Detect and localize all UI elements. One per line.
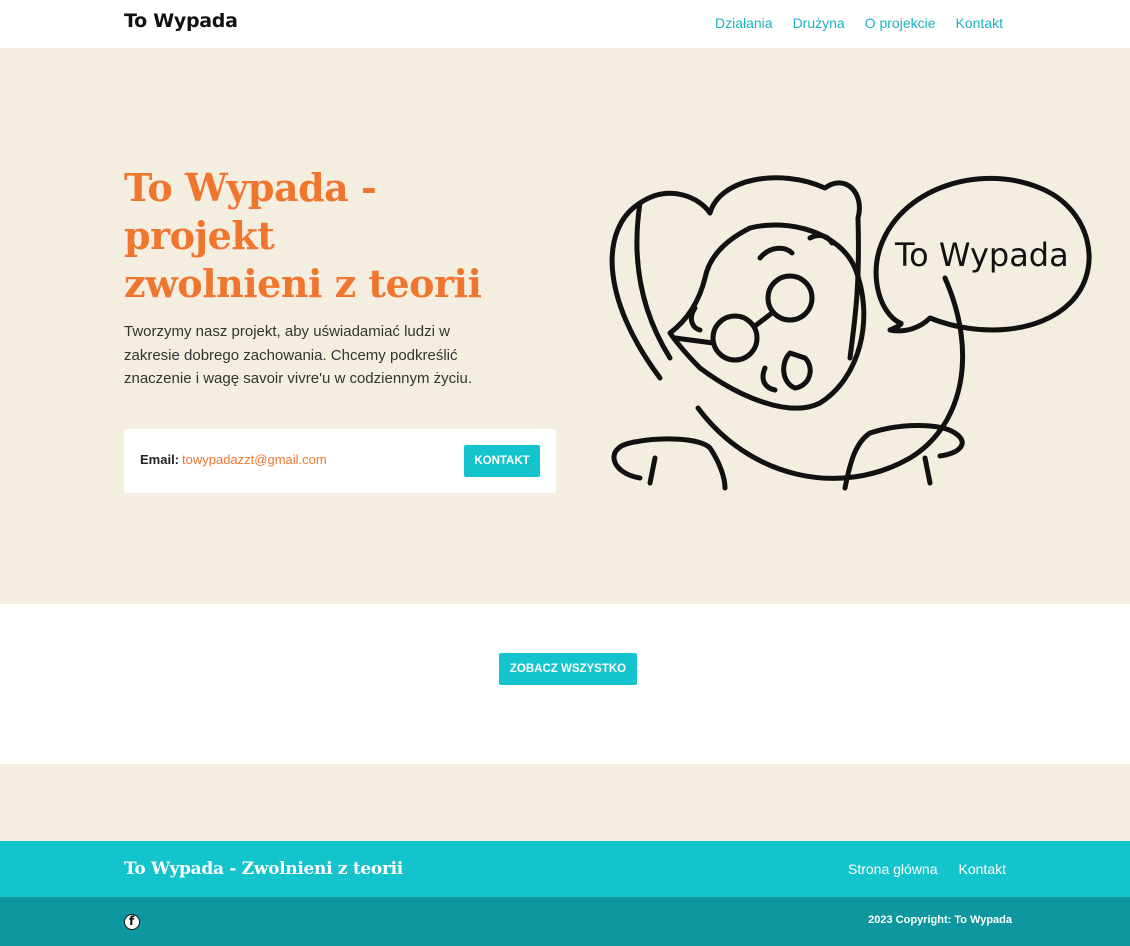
nav-link-o-projekcie[interactable]: O projekcie (865, 15, 936, 31)
email-address[interactable]: towypadazzt@gmail.com (182, 452, 327, 467)
email-card: Email: towypadazzt@gmail.com KONTAKT (124, 429, 556, 493)
middle-section: ZOBACZ WSZYSTKO (0, 604, 1130, 764)
hero-title: To Wypada - projekt zwolnieni z teorii (124, 165, 482, 306)
footer-link-home[interactable]: Strona główna (848, 861, 938, 877)
glasses-left-lens (710, 313, 760, 363)
hair-outline (609, 175, 862, 381)
footer-title: To Wypada - Zwolnieni z teorii (124, 859, 403, 879)
footer-bottom: f 2023 Copyright: To Wypada (0, 897, 1130, 946)
navbar: To Wypada Działania Drużyna O projekcie … (0, 0, 1130, 48)
body-circle (695, 275, 966, 481)
nav-link-dzialania[interactable]: Działania (715, 15, 773, 31)
speech-bubble-text: To Wypada (894, 236, 1069, 274)
email-label: Email: (140, 452, 180, 467)
footer-links: Strona główna Kontakt (848, 861, 1006, 877)
hero-description: Tworzymy nasz projekt, aby uświadamiać l… (124, 323, 473, 387)
left-hand (611, 436, 728, 491)
see-all-button[interactable]: ZOBACZ WSZYSTKO (499, 653, 637, 685)
footer-link-contact[interactable]: Kontakt (959, 861, 1006, 877)
nav-link-druzyna[interactable]: Drużyna (793, 15, 845, 31)
right-hand (842, 423, 965, 491)
hero-section: To Wypada - projekt zwolnieni z teorii T… (0, 48, 1130, 604)
brand-logo[interactable]: To Wypada (124, 10, 238, 32)
nav-link-kontakt[interactable]: Kontakt (956, 15, 1003, 31)
nav-links: Działania Drużyna O projekcie Kontakt (715, 15, 1003, 31)
footer-top: To Wypada - Zwolnieni z teorii Strona gł… (0, 841, 1130, 897)
copyright-text: 2023 Copyright: To Wypada (868, 914, 1012, 926)
glasses-right-lens (765, 273, 815, 323)
beige-divider (0, 764, 1130, 841)
mascot-illustration: To Wypada (609, 175, 1092, 491)
contact-button[interactable]: KONTAKT (464, 445, 540, 477)
facebook-icon[interactable]: f (124, 914, 140, 930)
